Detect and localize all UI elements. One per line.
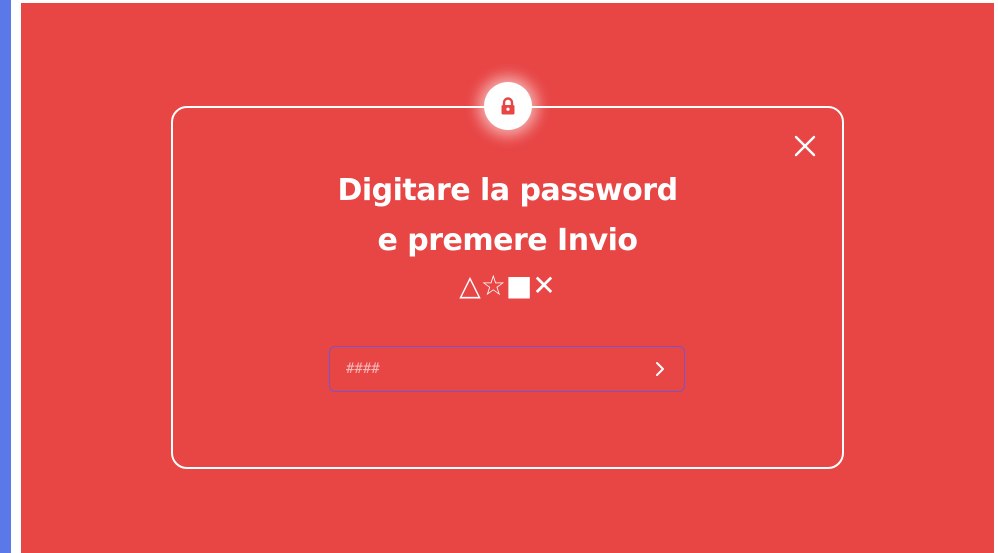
- close-button[interactable]: [792, 133, 818, 159]
- dialog-title: Digitare la password e premere Invio: [171, 166, 844, 266]
- chevron-right-icon: [656, 362, 664, 376]
- close-icon: [794, 135, 816, 157]
- lock-icon: [501, 97, 515, 115]
- password-field: [329, 346, 685, 392]
- dialog-title-line-1: Digitare la password: [337, 173, 678, 208]
- submit-button[interactable]: [648, 357, 672, 381]
- symbol-hint: △☆■✕: [459, 269, 556, 302]
- page: Digitare la password e premere Invio △☆■…: [0, 0, 998, 553]
- password-input[interactable]: [346, 347, 636, 390]
- dialog-title-line-2: e premere Invio: [377, 223, 638, 258]
- lock-badge: [484, 82, 532, 130]
- left-edge-strip: [0, 0, 11, 553]
